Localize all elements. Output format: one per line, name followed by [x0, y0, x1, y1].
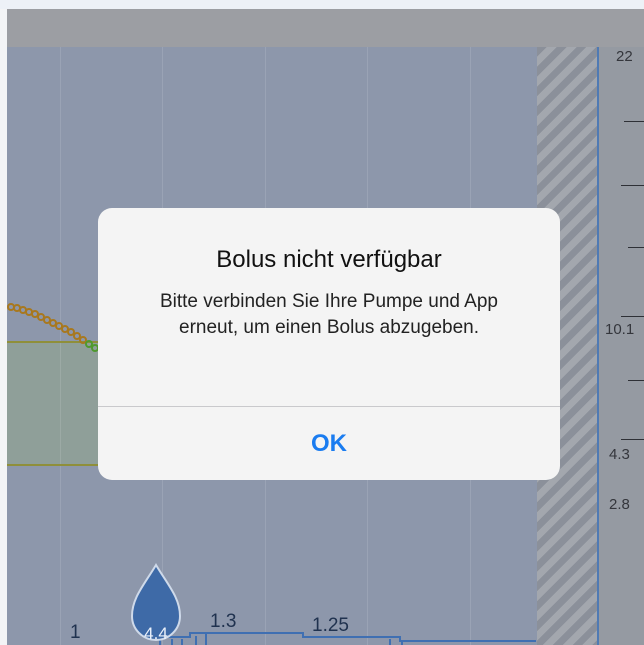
alert-title: Bolus nicht verfügbar	[216, 246, 442, 273]
alert-dialog: Bolus nicht verfügbar Bitte verbinden Si…	[98, 208, 560, 480]
ok-button[interactable]: OK	[98, 407, 560, 480]
alert-message: Bitte verbinden Sie Ihre Pumpe und App e…	[159, 291, 498, 338]
